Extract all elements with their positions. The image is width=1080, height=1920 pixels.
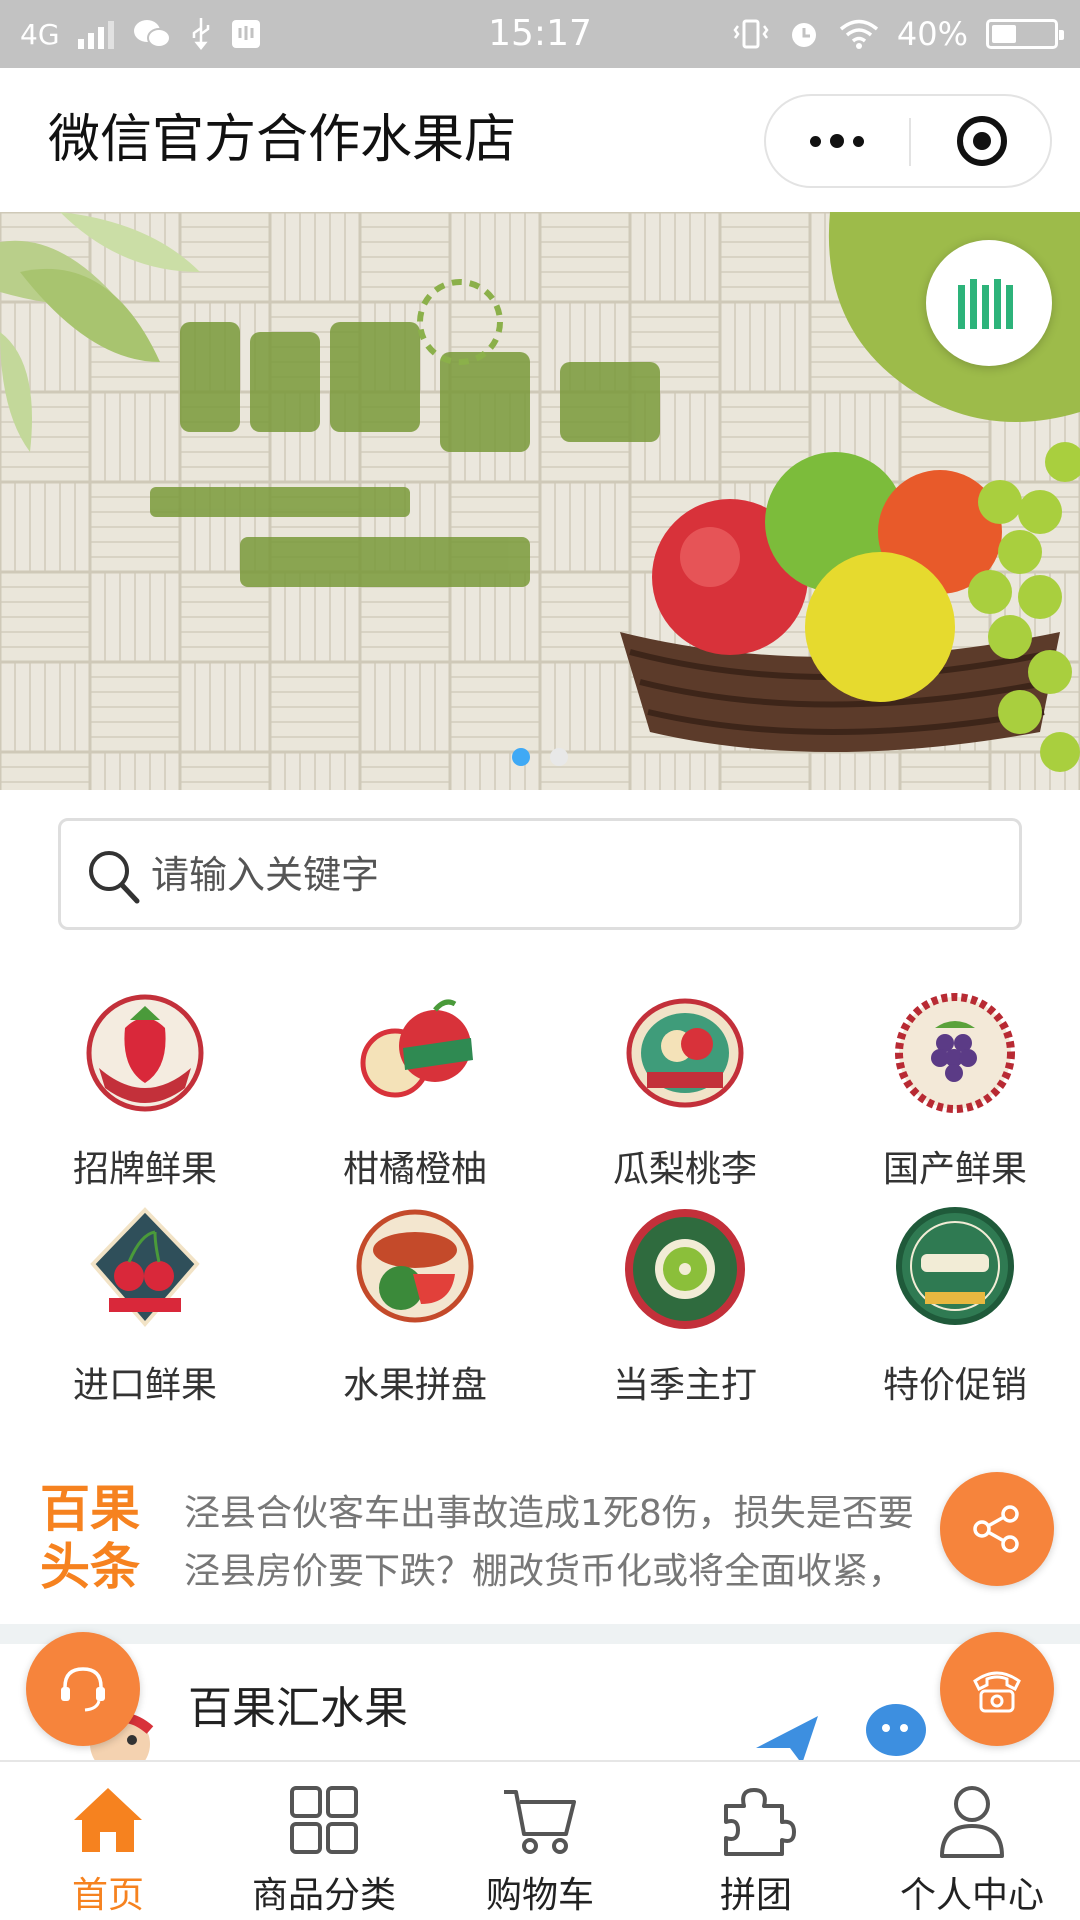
signal-icon bbox=[77, 19, 114, 49]
search-box[interactable] bbox=[58, 818, 1022, 930]
category-item[interactable]: 国产鲜果 bbox=[820, 988, 1080, 1190]
grapes-badge-icon bbox=[895, 993, 1015, 1113]
category-item[interactable]: 水果拼盘 bbox=[280, 1204, 550, 1406]
category-item[interactable]: 柑橘橙柚 bbox=[280, 988, 550, 1190]
news-ticker[interactable]: 百果 头条 泾县合伙客车出事故造成1死8伤，损失是否要 泾县房价要下跌？棚改货币… bbox=[0, 1470, 1080, 1624]
banner-image bbox=[0, 212, 1080, 790]
category-label: 当季主打 bbox=[612, 1365, 757, 1406]
apple-label-icon bbox=[626, 998, 744, 1108]
close-button[interactable] bbox=[911, 96, 1052, 186]
category-item[interactable]: 瓜梨桃李 bbox=[550, 988, 820, 1190]
alarm-icon bbox=[791, 23, 816, 47]
page-title: 微信官方合作水果店 bbox=[48, 110, 517, 170]
close-target-icon bbox=[956, 116, 1007, 166]
category-label: 瓜梨桃李 bbox=[612, 1149, 757, 1190]
cart-icon bbox=[504, 1790, 576, 1854]
puzzle-icon bbox=[724, 1788, 796, 1856]
nature-badge-icon bbox=[896, 1207, 1014, 1325]
title-bar: 微信官方合作水果店 bbox=[0, 68, 1080, 212]
tab-group-buy[interactable]: 拼团 bbox=[648, 1762, 864, 1920]
cherry-badge-icon bbox=[90, 1207, 200, 1328]
network-label: 4G bbox=[20, 17, 60, 51]
carousel-dots bbox=[0, 748, 1080, 766]
wechat-icon bbox=[133, 20, 171, 48]
category-label: 国产鲜果 bbox=[882, 1149, 1027, 1190]
share-button[interactable] bbox=[940, 1472, 1054, 1586]
user-icon bbox=[940, 1786, 1004, 1858]
news-headline[interactable]: 泾县房价要下跌？棚改货币化或将全面收紧， bbox=[184, 1542, 1064, 1594]
news-brand-line: 头条 bbox=[40, 1538, 140, 1596]
watermelon-badge-icon bbox=[356, 1209, 474, 1323]
category-label: 特价促销 bbox=[882, 1365, 1027, 1406]
category-item[interactable]: 当季主打 bbox=[550, 1204, 820, 1406]
category-label: 进口鲜果 bbox=[72, 1365, 217, 1406]
home-icon bbox=[74, 1788, 142, 1852]
miniprogram-capsule bbox=[764, 94, 1052, 188]
tab-label: 拼团 bbox=[719, 1875, 792, 1916]
usb-icon bbox=[192, 18, 209, 51]
phone-button[interactable] bbox=[940, 1632, 1054, 1746]
category-item[interactable]: 进口鲜果 bbox=[10, 1204, 280, 1406]
stats-float-button[interactable] bbox=[926, 240, 1052, 366]
category-label: 招牌鲜果 bbox=[72, 1149, 217, 1190]
kiwi-badge-icon bbox=[625, 1209, 745, 1329]
shop-card[interactable]: 百果汇水果 bbox=[0, 1644, 1080, 1760]
news-brand-line: 百果 bbox=[40, 1480, 140, 1538]
strawberry-badge-icon bbox=[86, 994, 204, 1112]
tab-profile[interactable]: 个人中心 bbox=[864, 1762, 1080, 1920]
tab-cart[interactable]: 购物车 bbox=[432, 1762, 648, 1920]
carousel-dot[interactable] bbox=[550, 748, 568, 766]
tab-label: 购物车 bbox=[485, 1875, 594, 1916]
search-input[interactable] bbox=[151, 835, 991, 915]
tab-bar: 首页 商品分类 购物车 拼团 个人中心 bbox=[0, 1760, 1080, 1920]
status-bar: 4G 15:17 40% bbox=[0, 0, 1080, 68]
news-brand: 百果 头条 bbox=[40, 1480, 160, 1596]
customer-service-icon bbox=[61, 1667, 105, 1712]
apple-badge-icon bbox=[360, 999, 473, 1098]
more-button[interactable] bbox=[766, 96, 908, 186]
shop-name: 百果汇水果 bbox=[188, 1683, 408, 1734]
battery-level bbox=[992, 25, 1016, 43]
carousel-dot-active[interactable] bbox=[512, 748, 530, 766]
chat-bubble-icon bbox=[866, 1704, 926, 1756]
share-icon bbox=[973, 1505, 1019, 1553]
send-icon bbox=[756, 1716, 818, 1760]
category-item[interactable]: 特价促销 bbox=[820, 1204, 1080, 1406]
category-item[interactable]: 招牌鲜果 bbox=[10, 988, 280, 1190]
battery-icon bbox=[986, 19, 1064, 49]
search-icon bbox=[89, 851, 140, 904]
tab-label: 商品分类 bbox=[251, 1875, 396, 1916]
tab-label: 个人中心 bbox=[899, 1875, 1044, 1916]
section-divider bbox=[0, 1624, 1080, 1644]
debug-icon bbox=[231, 20, 260, 48]
bar-chart-icon bbox=[958, 279, 1013, 329]
wifi-icon bbox=[839, 19, 878, 49]
tab-home[interactable]: 首页 bbox=[0, 1762, 216, 1920]
more-icon bbox=[810, 135, 821, 147]
tab-categories[interactable]: 商品分类 bbox=[216, 1762, 432, 1920]
phone-icon bbox=[973, 1671, 1021, 1713]
tab-label: 首页 bbox=[71, 1875, 144, 1916]
vibrate-icon bbox=[733, 19, 769, 49]
customer-service-button[interactable] bbox=[26, 1632, 140, 1746]
battery-percent: 40% bbox=[896, 15, 968, 53]
grid-icon bbox=[290, 1786, 358, 1854]
banner-carousel[interactable] bbox=[0, 212, 1080, 790]
news-headline[interactable]: 泾县合伙客车出事故造成1死8伤，损失是否要 bbox=[184, 1484, 1064, 1536]
category-label: 柑橘橙柚 bbox=[342, 1149, 487, 1190]
category-label: 水果拼盘 bbox=[342, 1365, 487, 1406]
